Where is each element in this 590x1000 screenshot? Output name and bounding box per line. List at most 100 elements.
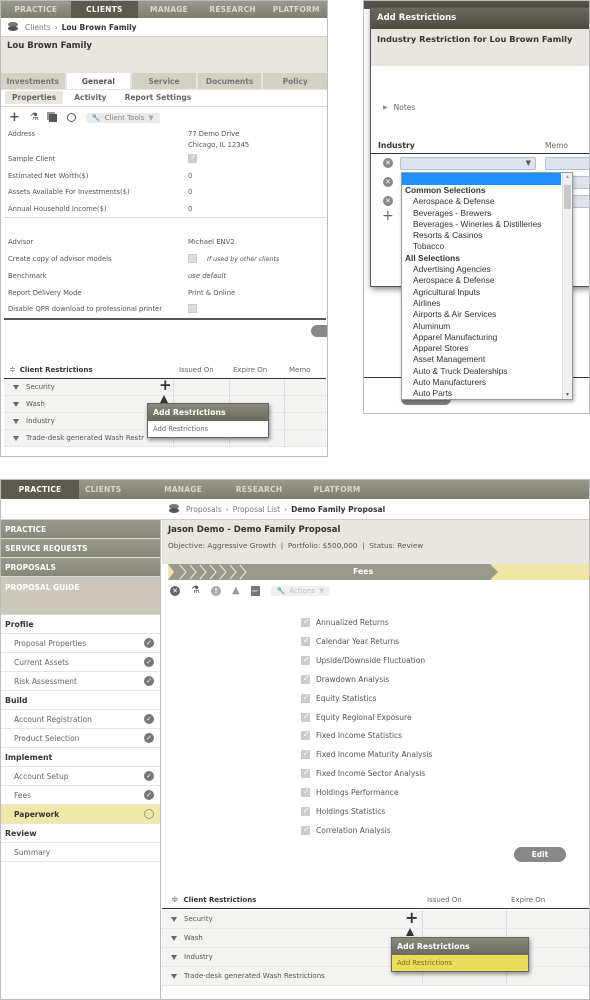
report-setting-checkbox[interactable]	[301, 730, 310, 741]
dropdown-option[interactable]: Aerospace & Defense	[402, 196, 572, 207]
scrollbar-thumb[interactable]	[564, 185, 571, 209]
remove-row-icon[interactable]: ✕	[383, 177, 393, 187]
guide-item-account-setup[interactable]: Account Setup ✓	[1, 767, 160, 786]
nav-platform[interactable]: PLATFORM	[265, 1, 327, 18]
subtab-properties[interactable]: Properties	[5, 91, 64, 104]
nav-practice[interactable]: PRACTICE	[1, 480, 79, 499]
add-icon[interactable]: +	[9, 111, 20, 124]
sidebar-service-requests[interactable]: SERVICE REQUESTS	[1, 539, 160, 558]
scroll-up-icon[interactable]: ▲	[565, 174, 570, 180]
report-setting-item[interactable]: Fixed Income Sector Analysis	[301, 768, 425, 779]
dropdown-option[interactable]: Tobacco	[402, 241, 572, 252]
dropdown-option[interactable]: Resorts & Casinos	[402, 230, 572, 241]
report-setting-checkbox[interactable]	[301, 787, 310, 798]
report-setting-checkbox[interactable]	[301, 825, 310, 835]
nav-clients[interactable]: CLIENTS	[79, 480, 147, 499]
sample-client-checkbox[interactable]	[188, 153, 197, 165]
popup-add-restrictions-item[interactable]: Add Restrictions	[392, 955, 528, 971]
sidebar-proposal-guide[interactable]: PROPOSAL GUIDE	[1, 577, 160, 615]
guide-item-current-assets[interactable]: Current Assets ✓	[1, 653, 160, 672]
pdf-icon[interactable]: PDF	[250, 585, 260, 596]
report-setting-item[interactable]: Fixed Income Statistics	[301, 730, 402, 741]
subtab-report-settings[interactable]: Report Settings	[118, 91, 199, 104]
dropdown-option[interactable]: Airports & Air Services	[402, 309, 572, 320]
client-tools-button[interactable]: 🔧 Client Tools ▼	[85, 112, 160, 123]
tab-general[interactable]: General	[66, 73, 131, 89]
industry-select[interactable]: ▼	[400, 157, 536, 170]
report-setting-checkbox[interactable]	[301, 768, 310, 779]
dropdown-option[interactable]: Aerospace & Defense	[402, 275, 572, 286]
scroll-down-icon[interactable]: ▼	[565, 392, 570, 398]
restriction-row[interactable]: Security	[162, 910, 589, 929]
guide-item-product-selection[interactable]: Product Selection ✓	[1, 729, 160, 748]
remove-row-icon[interactable]: ✕	[383, 196, 393, 206]
popup-add-restrictions-item[interactable]: Add Restrictions	[148, 421, 268, 437]
tab-investments[interactable]: Investments	[1, 73, 65, 89]
disable-qpr-checkbox[interactable]	[188, 304, 197, 315]
edit-button-partial[interactable]	[311, 325, 327, 337]
nav-practice[interactable]: PRACTICE	[1, 1, 71, 18]
report-setting-checkbox[interactable]	[301, 617, 310, 627]
report-setting-item[interactable]: Drawdown Analysis	[301, 674, 389, 684]
copy-icon[interactable]	[48, 113, 57, 122]
nav-clients[interactable]: CLIENTS	[70, 1, 139, 18]
breadcrumb-proposals[interactable]: Proposals	[186, 505, 222, 514]
tab-documents[interactable]: Documents	[197, 73, 262, 89]
nav-manage[interactable]: MANAGE	[138, 1, 200, 18]
dropdown-option[interactable]: Agricultural Inputs	[402, 287, 572, 298]
dropdown-option[interactable]: Beverages - Wineries & Distilleries	[402, 219, 572, 230]
report-setting-item[interactable]: Equity Regional Exposure	[301, 712, 412, 722]
report-setting-item[interactable]: Upside/Downside Fluctuation	[301, 655, 425, 665]
edit-button[interactable]: Edit	[514, 847, 566, 862]
guide-item-fees[interactable]: Fees ✓	[1, 786, 160, 805]
add-restriction-plus-icon[interactable]: +	[405, 910, 418, 926]
warning-icon[interactable]: ▲	[232, 585, 240, 596]
dropdown-option[interactable]: Auto & Truck Dealerships	[402, 366, 572, 377]
report-setting-checkbox[interactable]	[301, 636, 310, 646]
report-setting-item[interactable]: Equity Statistics	[301, 693, 376, 703]
notes-toggle[interactable]: ▶ Notes	[383, 103, 415, 112]
info-icon[interactable]: !	[210, 585, 221, 596]
actions-button[interactable]: 🔧 Actions ▼	[270, 585, 331, 596]
report-setting-item[interactable]: Annualized Returns	[301, 617, 389, 627]
add-row-icon[interactable]: +	[382, 208, 394, 224]
report-setting-checkbox[interactable]	[301, 674, 310, 684]
remove-row-icon[interactable]: ✕	[383, 158, 393, 168]
guide-item-proposal-properties[interactable]: Proposal Properties ✓	[1, 634, 160, 653]
report-setting-item[interactable]: Calendar Year Returns	[301, 636, 399, 646]
tab-policy[interactable]: Policy	[263, 73, 327, 89]
microscope-icon[interactable]: ⚗	[30, 112, 39, 123]
dropdown-option[interactable]: Auto Parts	[402, 388, 572, 399]
subtab-activity[interactable]: Activity	[67, 91, 113, 104]
sidebar-proposals[interactable]: PROPOSALS	[1, 558, 160, 577]
guide-item-risk-assessment[interactable]: Risk Assessment ✓	[1, 672, 160, 691]
dropdown-option[interactable]: Auto Manufacturers	[402, 377, 572, 388]
report-setting-checkbox[interactable]	[301, 749, 310, 760]
sidebar-practice[interactable]: PRACTICE	[1, 520, 160, 539]
microscope-icon[interactable]: ⚗	[191, 585, 200, 596]
dropdown-option[interactable]: Asset Management	[402, 354, 572, 365]
dropdown-option[interactable]: Apparel Stores	[402, 343, 572, 354]
guide-item-account-registration[interactable]: Account Registration ✓	[1, 710, 160, 729]
tab-service[interactable]: Service	[132, 73, 196, 89]
guide-item-paperwork[interactable]: Paperwork	[1, 805, 160, 824]
dropdown-option[interactable]: Apparel Manufacturing	[402, 332, 572, 343]
report-setting-item[interactable]: Correlation Analysis	[301, 825, 391, 835]
dropdown-option[interactable]: Advertising Agencies	[402, 264, 572, 275]
nav-research[interactable]: RESEARCH	[219, 480, 299, 499]
report-setting-item[interactable]: Holdings Statistics	[301, 806, 385, 816]
report-setting-checkbox[interactable]	[301, 655, 310, 665]
guide-item-summary[interactable]: Summary	[1, 843, 160, 862]
breadcrumb-proposal-list[interactable]: Proposal List	[233, 505, 280, 514]
dropdown-option[interactable]: Airlines	[402, 298, 572, 309]
report-setting-item[interactable]: Fixed Income Maturity Analysis	[301, 749, 432, 760]
copy-models-checkbox[interactable]	[188, 254, 197, 265]
clock-icon[interactable]	[66, 113, 76, 122]
report-setting-checkbox[interactable]	[301, 693, 310, 703]
dropdown-scrollbar[interactable]: ▲ ▼	[562, 173, 572, 399]
dropdown-option[interactable]: Beverages - Brewers	[402, 208, 572, 219]
nav-manage[interactable]: MANAGE	[147, 480, 219, 499]
nav-platform[interactable]: PLATFORM	[299, 480, 375, 499]
report-setting-checkbox[interactable]	[301, 712, 310, 722]
report-setting-item[interactable]: Holdings Performance	[301, 787, 399, 798]
